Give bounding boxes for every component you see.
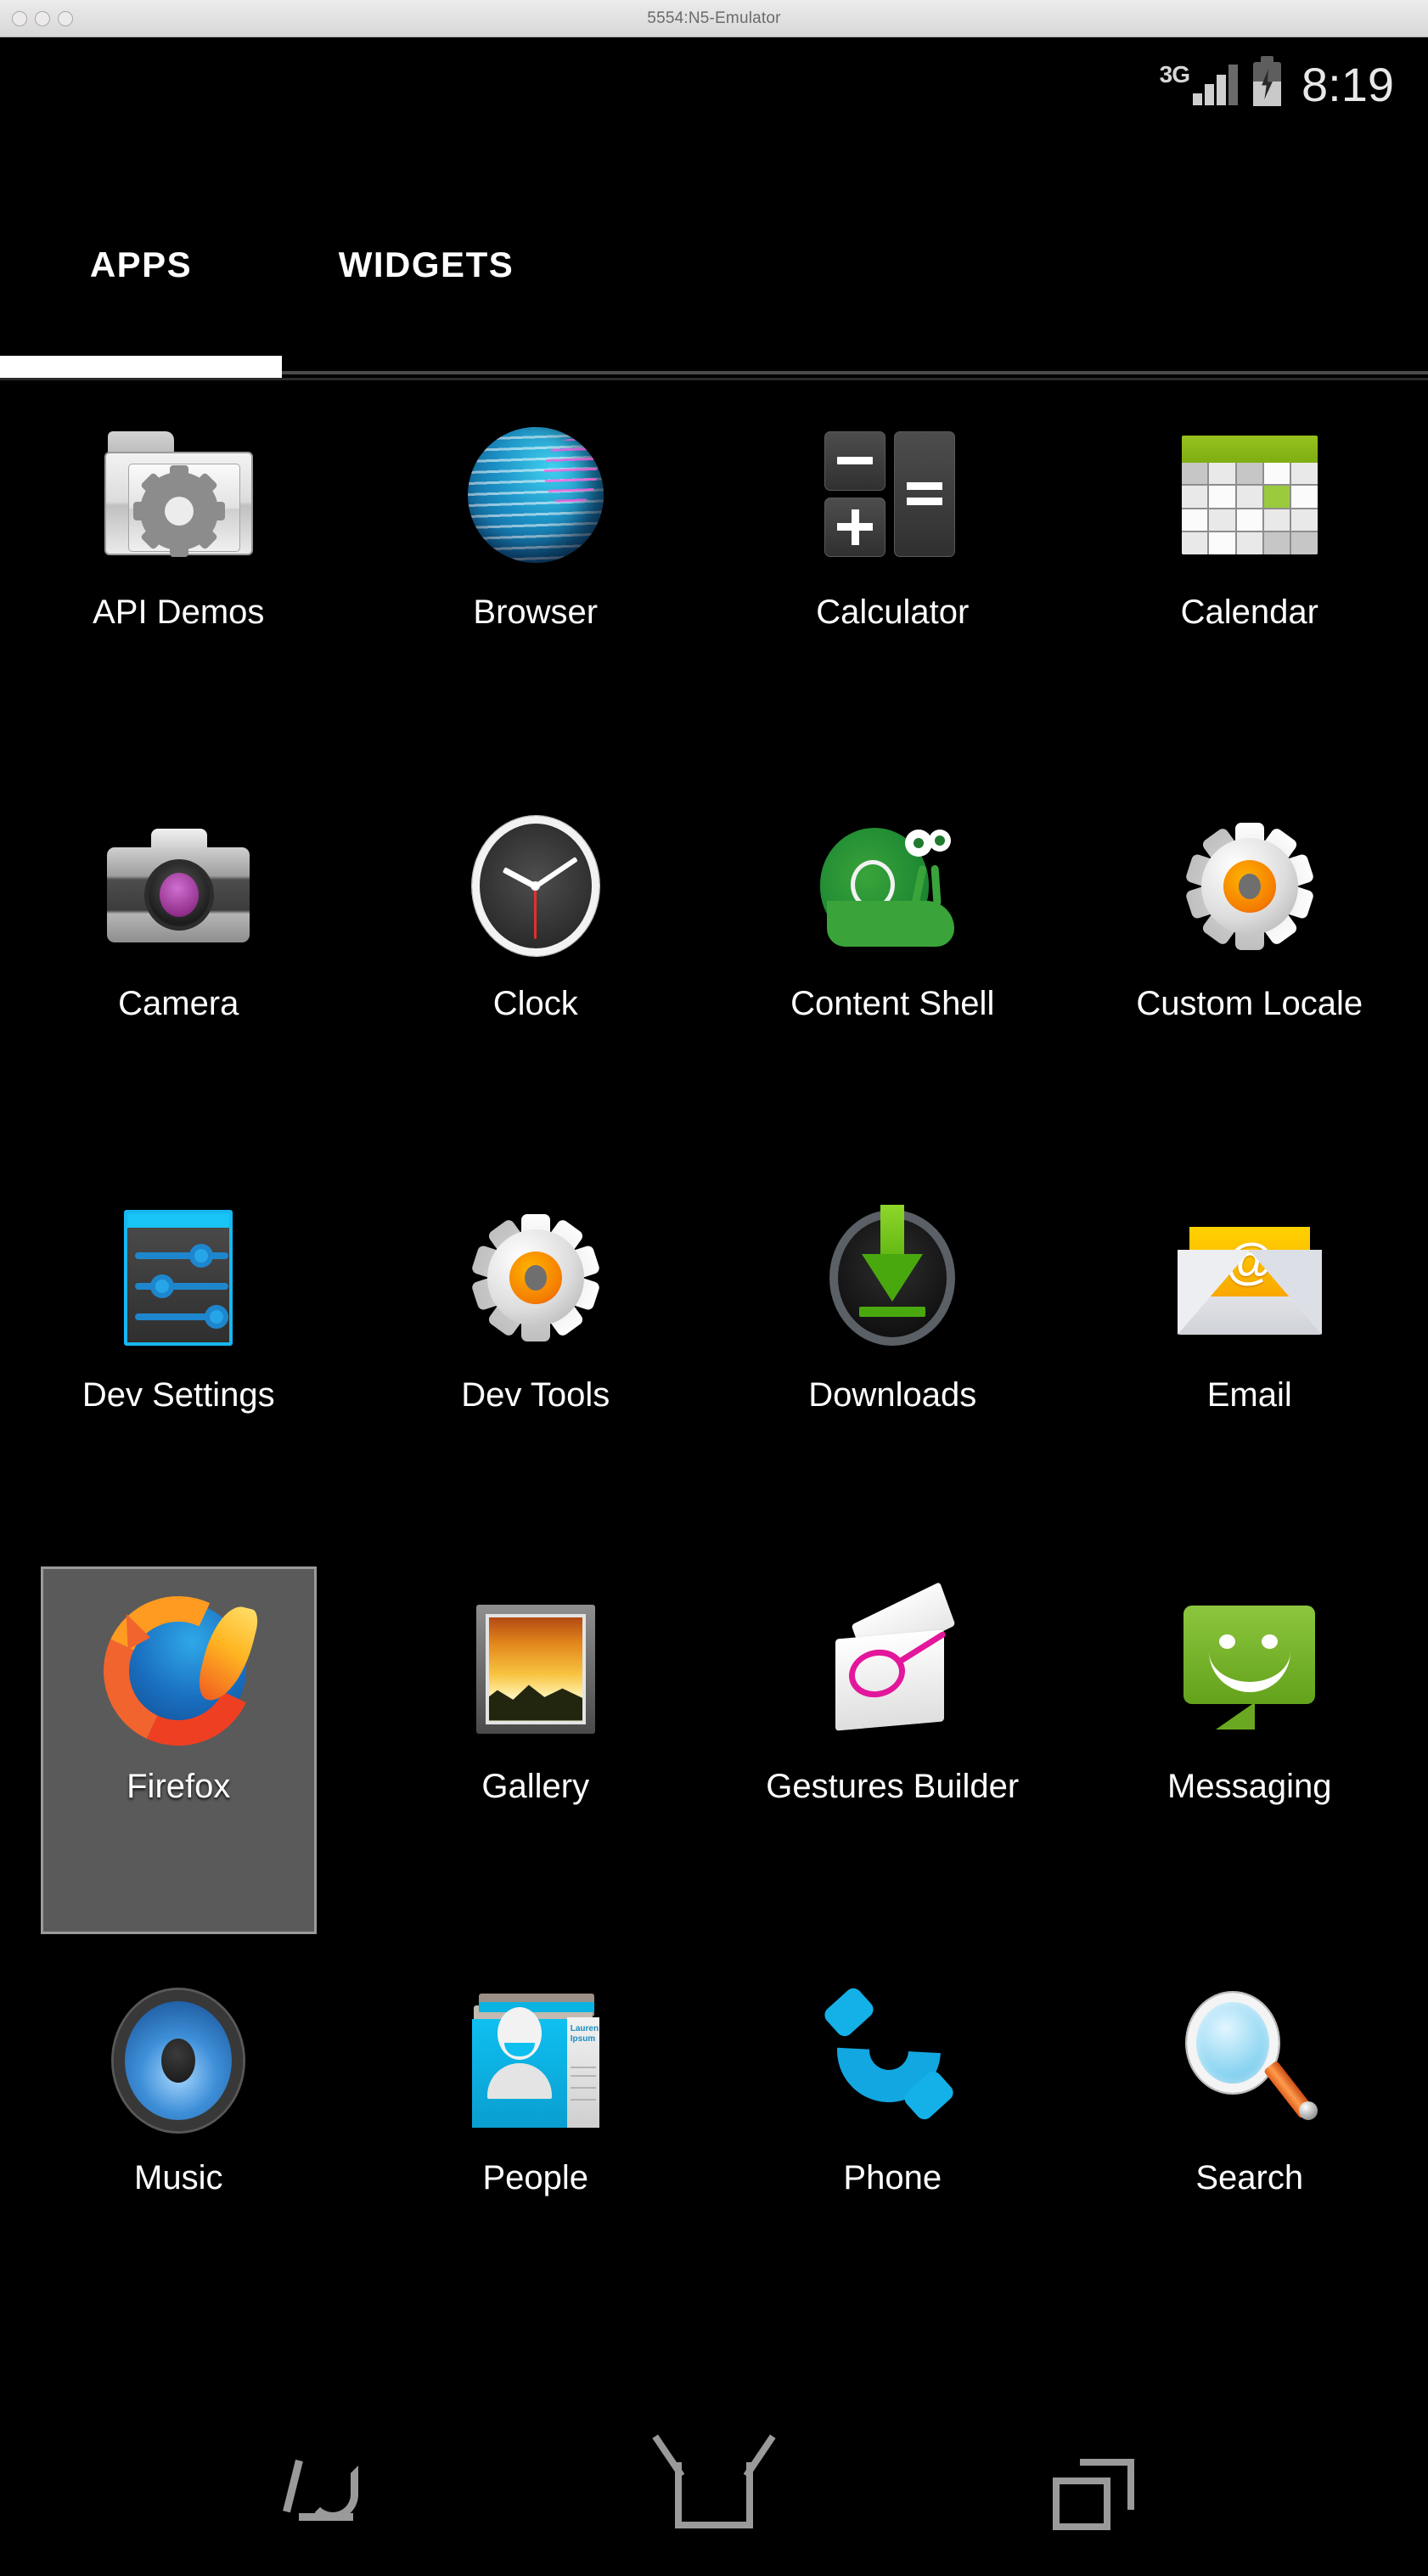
app-item-phone[interactable]: Phone bbox=[714, 1953, 1071, 2344]
app-item-email[interactable]: @ Email bbox=[1071, 1170, 1428, 1561]
tab-divider bbox=[0, 378, 1428, 380]
battery-charging-icon bbox=[1253, 56, 1281, 106]
app-label: Email bbox=[1206, 1376, 1292, 1414]
app-label: Content Shell bbox=[790, 985, 995, 1022]
app-label: Camera bbox=[118, 985, 239, 1022]
app-label: Calendar bbox=[1180, 593, 1318, 631]
system-navigation-bar bbox=[0, 2415, 1428, 2576]
tab-inactive-rule bbox=[282, 371, 1428, 374]
app-label: Music bbox=[134, 2159, 223, 2196]
sliders-icon bbox=[100, 1199, 257, 1356]
speech-bubble-smile-icon bbox=[1171, 1590, 1328, 1747]
app-item-custom-locale[interactable]: Custom Locale bbox=[1071, 779, 1428, 1170]
app-label: Messaging bbox=[1167, 1768, 1332, 1805]
app-item-calculator[interactable]: Calculator bbox=[714, 387, 1071, 779]
app-item-api-demos[interactable]: API Demos bbox=[0, 387, 357, 779]
status-bar-clock: 8:19 bbox=[1302, 57, 1394, 111]
app-item-calendar[interactable]: Calendar bbox=[1071, 387, 1428, 779]
phone-handset-icon bbox=[814, 1977, 971, 2139]
app-item-dev-settings[interactable]: Dev Settings bbox=[0, 1170, 357, 1561]
contact-name-line2: Ipsum bbox=[570, 2034, 596, 2044]
app-label: Calculator bbox=[816, 593, 970, 631]
analog-clock-icon bbox=[457, 807, 614, 965]
app-item-messaging[interactable]: Messaging bbox=[1071, 1561, 1428, 1953]
tab-apps[interactable]: APPS bbox=[0, 173, 282, 356]
window-titlebar: 5554:N5-Emulator bbox=[0, 0, 1428, 37]
magnifier-icon bbox=[1171, 1982, 1328, 2139]
app-label: Dev Tools bbox=[461, 1376, 610, 1414]
calendar-grid-icon bbox=[1171, 416, 1328, 573]
app-label: Search bbox=[1195, 2159, 1304, 2196]
tab-active-indicator bbox=[0, 356, 282, 378]
home-icon bbox=[674, 2462, 753, 2528]
app-item-dev-tools[interactable]: Dev Tools bbox=[357, 1170, 715, 1561]
contact-name-line1: Lauren bbox=[570, 2023, 599, 2033]
tab-apps-label: APPS bbox=[89, 244, 193, 284]
app-label: Firefox bbox=[126, 1768, 231, 1805]
app-label: Downloads bbox=[808, 1376, 977, 1414]
signal-strength-icon bbox=[1193, 63, 1238, 105]
app-label: Gestures Builder bbox=[766, 1768, 1020, 1805]
app-label: API Demos bbox=[93, 593, 265, 631]
emulator-screen: 3G 8:19 APPS WIDGETS API Demos Browser C… bbox=[0, 37, 1428, 2576]
tab-widgets[interactable]: WIDGETS bbox=[282, 173, 571, 356]
app-item-clock[interactable]: Clock bbox=[357, 779, 715, 1170]
download-arrow-icon bbox=[814, 1199, 971, 1356]
app-label: People bbox=[482, 2159, 589, 2196]
gear-orange-icon bbox=[457, 1199, 614, 1356]
calculator-keys-icon bbox=[814, 416, 971, 573]
app-label: Custom Locale bbox=[1136, 985, 1363, 1022]
speaker-icon bbox=[100, 1982, 257, 2139]
folder-gear-icon bbox=[100, 416, 257, 573]
green-snail-icon bbox=[814, 807, 971, 965]
app-item-browser[interactable]: Browser bbox=[357, 387, 715, 779]
gesture-pad-icon bbox=[814, 1581, 971, 1747]
gear-orange-icon bbox=[1171, 807, 1328, 965]
app-grid: API Demos Browser Calculator Calendar Ca… bbox=[0, 387, 1428, 2344]
app-item-downloads[interactable]: Downloads bbox=[714, 1170, 1071, 1561]
app-item-music[interactable]: Music bbox=[0, 1953, 357, 2344]
network-type-label: 3G bbox=[1159, 61, 1190, 87]
app-label: Phone bbox=[843, 2159, 942, 2196]
envelope-at-icon: @ bbox=[1171, 1199, 1328, 1356]
tab-bar: APPS WIDGETS bbox=[0, 173, 1428, 377]
nav-recents-button[interactable] bbox=[1017, 2449, 1170, 2542]
contact-card-icon: Lauren Ipsum bbox=[457, 1982, 614, 2139]
app-item-gallery[interactable]: Gallery bbox=[357, 1561, 715, 1953]
app-item-search[interactable]: Search bbox=[1071, 1953, 1428, 2344]
tab-widgets-label: WIDGETS bbox=[338, 244, 514, 284]
app-item-firefox[interactable]: Firefox bbox=[0, 1561, 357, 1953]
nav-home-button[interactable] bbox=[638, 2449, 790, 2542]
back-arrow-icon bbox=[282, 2459, 374, 2532]
app-label: Clock bbox=[492, 985, 578, 1022]
app-item-content-shell[interactable]: Content Shell bbox=[714, 779, 1071, 1170]
nav-back-button[interactable] bbox=[258, 2449, 411, 2542]
app-item-people[interactable]: Lauren Ipsum People bbox=[357, 1953, 715, 2344]
status-bar: 3G 8:19 bbox=[0, 37, 1428, 131]
recent-apps-icon bbox=[1053, 2459, 1135, 2532]
app-label: Gallery bbox=[481, 1768, 590, 1805]
app-item-camera[interactable]: Camera bbox=[0, 779, 357, 1170]
app-label: Dev Settings bbox=[82, 1376, 275, 1414]
picture-frame-icon bbox=[457, 1590, 614, 1747]
firefox-icon bbox=[82, 1574, 275, 1767]
camera-icon bbox=[100, 807, 257, 965]
app-label: Browser bbox=[473, 593, 599, 631]
globe-icon bbox=[457, 416, 614, 573]
app-item-gestures-builder[interactable]: Gestures Builder bbox=[714, 1561, 1071, 1953]
window-title: 5554:N5-Emulator bbox=[647, 8, 781, 27]
